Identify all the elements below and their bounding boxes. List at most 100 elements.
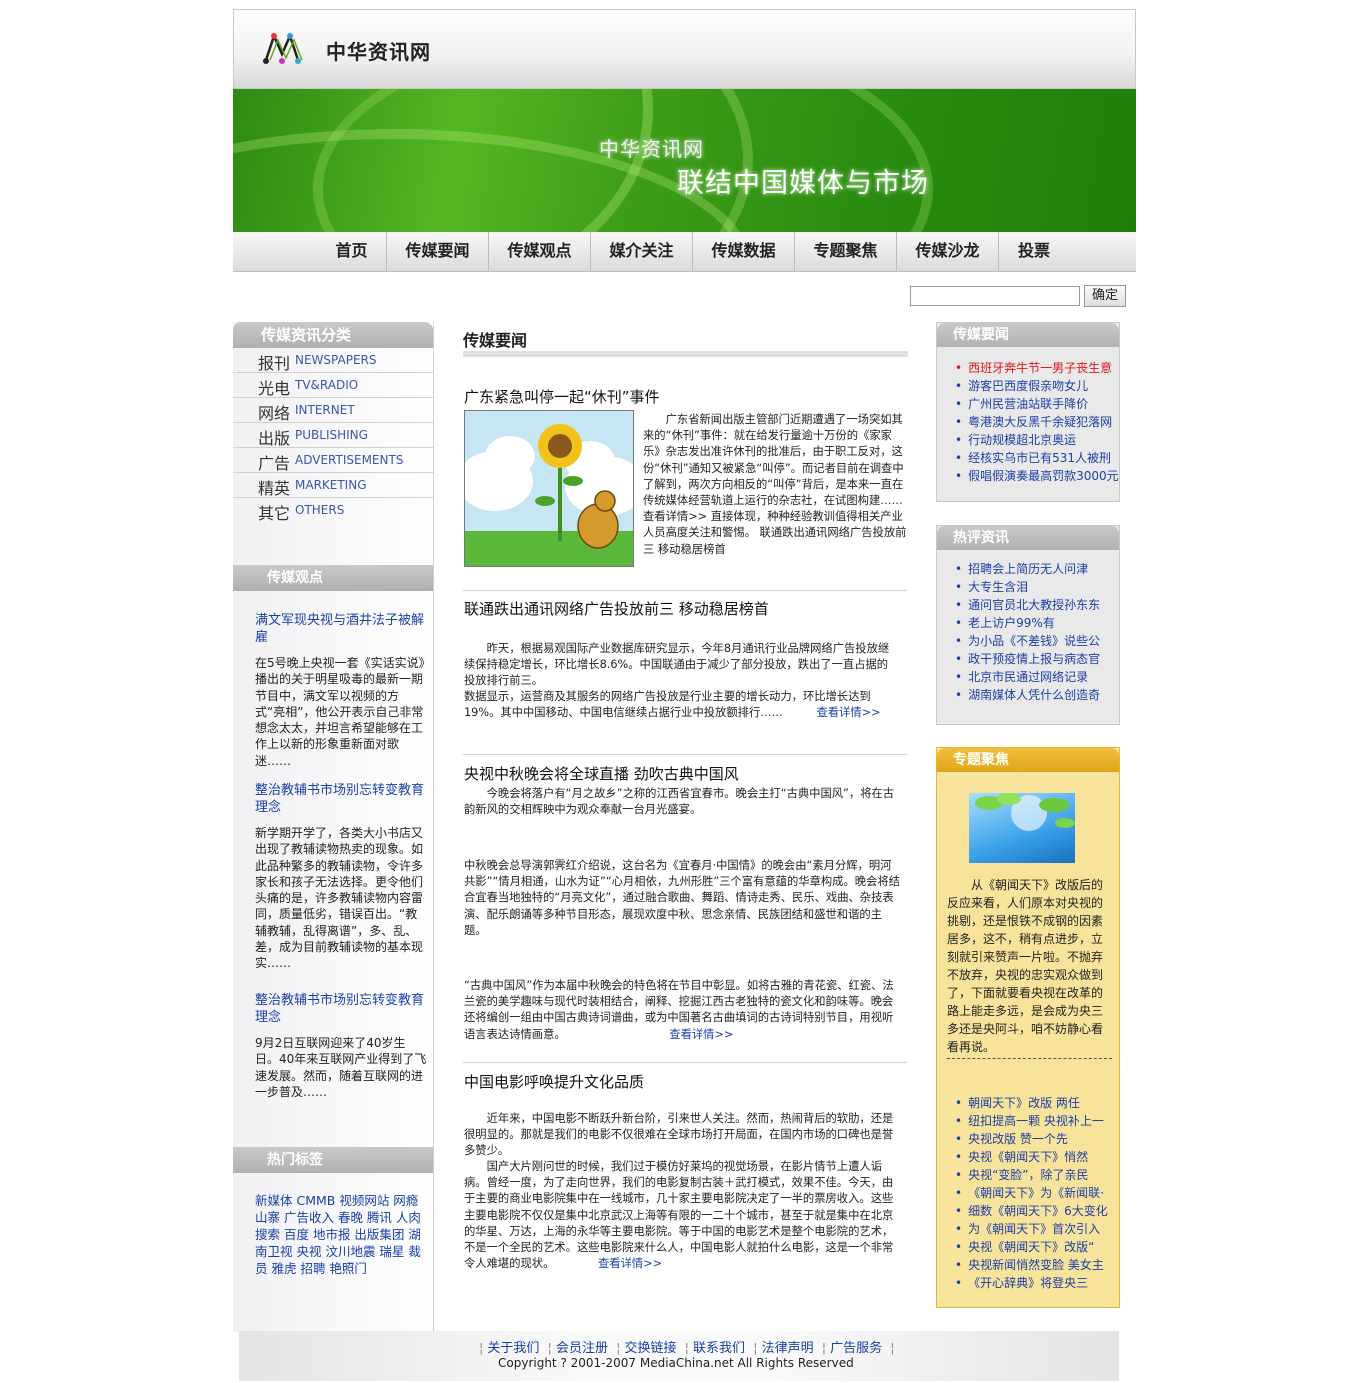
nav-special[interactable]: 专题聚焦 <box>795 232 897 271</box>
footer-links: ¦ 关于我们 ¦ 会员注册 ¦ 交换链接 ¦ 联系我们 ¦ 法律声明 ¦ 广告服务 ¦ <box>479 1341 895 1356</box>
hot-item[interactable]: 老上访户99%有 <box>955 614 1100 632</box>
read-more-link[interactable]: 查看详情>> <box>816 706 880 719</box>
special-item[interactable]: 央视新闻悄然变脸 美女主 <box>955 1256 1108 1274</box>
special-divider <box>947 1058 1112 1059</box>
article-title-2[interactable]: 联通跌出通讯网络广告投放前三 移动稳居榜首 <box>464 598 769 619</box>
right-news-heading: 传媒要闻 <box>937 323 1119 347</box>
read-more-link[interactable]: 查看详情>> <box>669 1028 733 1041</box>
right-hot-box: 热评资讯 招聘会上简历无人问津 大专生含泪 通问官员北大教授孙东东 老上访户99… <box>936 525 1120 725</box>
footer-link-exchange[interactable]: 交换链接 <box>624 1341 676 1356</box>
article-text-4a: 近年来，中国电影不断跃升新台阶，引来世人关注。然而，热闹背后的软肋，还是很明显的… <box>464 1112 894 1158</box>
read-more-link[interactable]: 查看详情>> <box>598 1257 662 1270</box>
article-title-3[interactable]: 央视中秋晚会将全球直播 劲吹古典中国风 <box>464 763 739 784</box>
special-item[interactable]: 朝闻天下》改版 两任 <box>955 1094 1108 1112</box>
news-item[interactable]: 经核实乌市已有531人被刑 <box>955 449 1119 467</box>
category-advertisements[interactable]: 广告 ADVERTISEMENTS <box>233 448 433 473</box>
category-internet[interactable]: 网络 INTERNET <box>233 398 433 423</box>
nav-media-focus[interactable]: 媒介关注 <box>591 232 693 271</box>
nav-media-news[interactable]: 传媒要闻 <box>387 232 489 271</box>
right-hot-list: 招聘会上简历无人问津 大专生含泪 通问官员北大教授孙东东 老上访户99%有 为小… <box>955 560 1100 704</box>
category-heading-label: 传媒资讯分类 <box>261 326 352 344</box>
category-publishing[interactable]: 出版 PUBLISHING <box>233 423 433 448</box>
special-item[interactable]: 央视《朝闻天下》改版“ <box>955 1238 1108 1256</box>
search-button[interactable]: 确定 <box>1084 285 1126 307</box>
article-text-4b: 国产大片刚问世的时候，我们过于模仿好莱坞的视觉场景，在影片情节上遭人诟病。曾经一… <box>464 1159 900 1272</box>
hot-tags[interactable]: 新媒体 CMMB 视频网站 网瘾 山寨 广告收入 春晚 腾讯 人肉搜索 百度 地… <box>255 1192 427 1277</box>
view-title-3[interactable]: 整治教辅书市场别忘转变教育理念 <box>255 992 427 1026</box>
special-image[interactable] <box>969 793 1075 863</box>
special-item[interactable]: 央视改版 赞一个先 <box>955 1130 1108 1148</box>
nav-media-views[interactable]: 传媒观点 <box>489 232 591 271</box>
article-text-2b-body: 数据显示，运营商及其服务的网络广告投放是行业主要的增长动力，环比增长达到19%。… <box>464 690 871 720</box>
header-bar: 中华资讯网 <box>233 9 1136 89</box>
hot-item[interactable]: 湖南媒体人凭什么创造奇 <box>955 686 1100 704</box>
category-en: ADVERTISEMENTS <box>295 453 404 467</box>
special-item[interactable]: 《朝闻天下》为《新闻联· <box>955 1184 1108 1202</box>
view-title-1[interactable]: 满文军现央视与酒井法子被解雇 <box>255 612 427 646</box>
view-title-2[interactable]: 整治教辅书市场别忘转变教育理念 <box>255 782 427 816</box>
news-item[interactable]: 西班牙奔牛节一男子丧生意 <box>955 359 1119 377</box>
article-title-4[interactable]: 中国电影呼唤提升文化品质 <box>464 1071 644 1092</box>
article-title-1[interactable]: 广东紧急叫停一起“休刊”事件 <box>464 386 660 407</box>
category-en: INTERNET <box>295 403 355 417</box>
footer-link-contact[interactable]: 联系我们 <box>693 1341 745 1356</box>
nav-home[interactable]: 首页 <box>317 232 387 271</box>
category-newspapers[interactable]: 报刊 NEWSPAPERS <box>233 348 433 373</box>
footer-link-ads[interactable]: 广告服务 <box>830 1341 882 1356</box>
article-text-1: 广东省新闻出版主管部门近期遭遇了一场突如其来的“休刊”事件：就在给发行量逾十万份… <box>643 413 907 556</box>
special-item[interactable]: 为《朝闻天下》首次引入 <box>955 1220 1108 1238</box>
right-hot-heading: 热评资讯 <box>937 526 1119 550</box>
special-item[interactable]: 央视“变脸”，除了亲民 <box>955 1166 1108 1184</box>
hot-item[interactable]: 大专生含泪 <box>955 578 1100 596</box>
article-text-4b-body: 国产大片刚问世的时候，我们过于模仿好莱坞的视觉场景，在影片情节上遭人诟病。曾经一… <box>464 1160 894 1271</box>
footer-link-register[interactable]: 会员注册 <box>556 1341 608 1356</box>
nav-media-data[interactable]: 传媒数据 <box>693 232 795 271</box>
hot-item[interactable]: 北京市民通过网络记录 <box>955 668 1100 686</box>
nav-salon[interactable]: 传媒沙龙 <box>897 232 999 271</box>
news-item[interactable]: 粤港澳大反黑千余疑犯落网 <box>955 413 1119 431</box>
article-image-1[interactable] <box>464 410 634 567</box>
category-cn: 光电 <box>258 379 291 398</box>
news-item[interactable]: 假唱假演奏最高罚款3000元 <box>955 467 1119 485</box>
hot-item[interactable]: 通问官员北大教授孙东东 <box>955 596 1100 614</box>
logo-icon[interactable] <box>262 30 312 66</box>
view-text-1: 在5号晚上央视一套《实话实说》播出的关于明星吸毒的最新一期节目中，满文军以视频的… <box>255 656 425 768</box>
category-marketing[interactable]: 精英 MARKETING <box>233 473 433 498</box>
special-item[interactable]: 细数《朝闻天下》6大变化 <box>955 1202 1108 1220</box>
left-sidebar-divider <box>433 322 434 1337</box>
news-item[interactable]: 行动规模超北京奥运 <box>955 431 1119 449</box>
category-cn: 网络 <box>258 404 291 423</box>
category-cn: 精英 <box>258 479 291 498</box>
view-text-2: 新学期开学了，各类大小书店又出现了教辅读物热卖的现象。如此品种繁多的教辅读物，令… <box>255 826 424 971</box>
category-others[interactable]: 其它 OTHERS <box>233 498 433 523</box>
tags-heading: 热门标签 <box>233 1147 433 1173</box>
special-item[interactable]: 《开心辞典》将登央三 <box>955 1274 1108 1292</box>
special-text: 从《朝闻天下》改版后的反应来看，人们原本对央视的挑剔，还是恨铁不成钢的因素居多，… <box>947 878 1104 1054</box>
footer-link-legal[interactable]: 法律声明 <box>762 1341 814 1356</box>
category-tv-radio[interactable]: 光电 TV&RADIO <box>233 373 433 398</box>
news-item[interactable]: 游客巴西度假亲吻女儿 <box>955 377 1119 395</box>
special-item[interactable]: 纽扣提高一颗 央视补上一 <box>955 1112 1108 1130</box>
article-text-2: 昨天，根据易观国际产业数据库研究显示，今年8月通讯行业品牌网络广告投放继续保持稳… <box>464 642 890 688</box>
category-cn: 其它 <box>258 504 291 523</box>
right-news-list: 西班牙奔牛节一男子丧生意 游客巴西度假亲吻女儿 广州民营油站联手降价 粤港澳大反… <box>955 359 1119 485</box>
search-input[interactable] <box>910 286 1080 306</box>
views-heading: 传媒观点 <box>233 565 433 591</box>
category-cn: 出版 <box>258 429 291 448</box>
news-item[interactable]: 广州民营油站联手降价 <box>955 395 1119 413</box>
site-name[interactable]: 中华资讯网 <box>326 36 431 65</box>
article-text-3a: 今晚会将落户有“月之故乡”之称的江西省宜春市。晚会主打“古典中国风”，将在古韵新… <box>464 787 895 817</box>
category-heading: 传媒资讯分类 <box>233 322 433 348</box>
special-item[interactable]: 央视《朝闻天下》悄然 <box>955 1148 1108 1166</box>
footer: ¦ 关于我们 ¦ 会员注册 ¦ 交换链接 ¦ 联系我们 ¦ 法律声明 ¦ 广告服务 ¦ Co… <box>239 1331 1119 1381</box>
category-cn: 广告 <box>258 454 291 473</box>
right-special-box: 专题聚焦 从《朝闻天下》改版后的反应来看，人们原本对央视的挑剔，还是恨铁不成钢的… <box>936 747 1120 1308</box>
hot-item[interactable]: 为小品《不差钱》说些公 <box>955 632 1100 650</box>
hot-item[interactable]: 政干预疫情上报与病态官 <box>955 650 1100 668</box>
hot-item[interactable]: 招聘会上简历无人问津 <box>955 560 1100 578</box>
footer-link-about[interactable]: 关于我们 <box>487 1341 539 1356</box>
nav-vote[interactable]: 投票 <box>999 232 1069 271</box>
special-list: 朝闻天下》改版 两任 纽扣提高一颗 央视补上一 央视改版 赞一个先 央视《朝闻天… <box>955 1094 1108 1292</box>
category-en: TV&RADIO <box>295 378 359 392</box>
right-news-box: 传媒要闻 西班牙奔牛节一男子丧生意 游客巴西度假亲吻女儿 广州民营油站联手降价 … <box>936 322 1120 502</box>
